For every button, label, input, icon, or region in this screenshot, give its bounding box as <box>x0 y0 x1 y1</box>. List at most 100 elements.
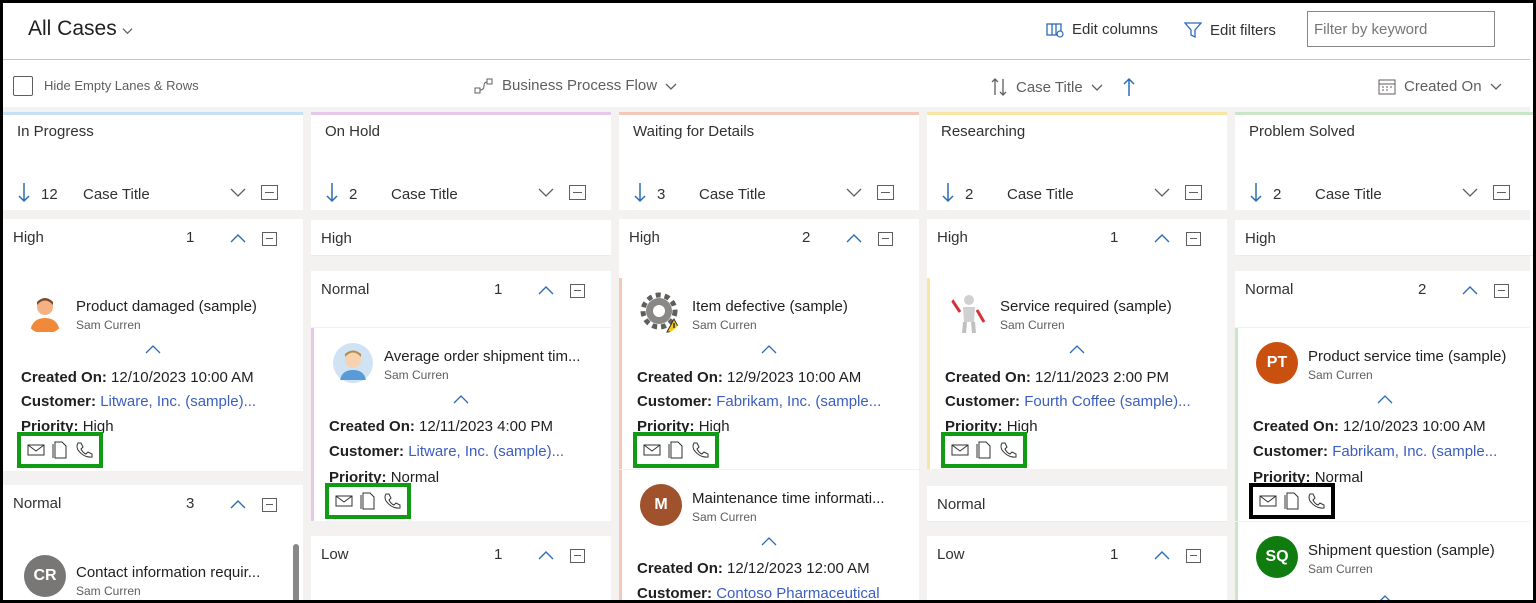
sort-descending-icon[interactable] <box>17 181 31 203</box>
view-header: All Cases Edit columns Edit filters <box>3 3 1530 60</box>
case-title[interactable]: Shipment question (sample) <box>1308 542 1522 559</box>
collapse-lane-icon[interactable] <box>1185 185 1202 200</box>
chevron-up-icon[interactable] <box>846 233 862 243</box>
sort-ascending-icon[interactable] <box>1122 77 1136 97</box>
collapse-group-icon[interactable] <box>1186 549 1201 563</box>
email-icon[interactable] <box>951 441 969 459</box>
customer-link[interactable]: Litware, Inc. (sample)... <box>100 393 256 410</box>
case-card[interactable]: Average order shipment tim... Sam Curren… <box>311 328 611 521</box>
document-icon[interactable] <box>1283 492 1301 510</box>
chevron-up-icon[interactable] <box>1154 550 1170 560</box>
lane-sort-field[interactable]: Case Title <box>1007 186 1074 203</box>
customer-row: Customer: Litware, Inc. (sample)... <box>329 443 564 460</box>
case-title[interactable]: Product damaged (sample) <box>76 298 290 315</box>
chevron-down-icon[interactable] <box>1461 185 1479 199</box>
case-card[interactable]: PT Product service time (sample) Sam Cur… <box>1235 328 1535 521</box>
phone-icon[interactable] <box>999 441 1017 459</box>
case-card[interactable]: SQ Shipment question (sample) Sam Curren <box>1235 522 1535 603</box>
chevron-down-icon[interactable] <box>1153 185 1171 199</box>
document-icon[interactable] <box>359 492 377 510</box>
document-icon[interactable] <box>51 441 69 459</box>
chevron-up-icon[interactable] <box>1462 285 1478 295</box>
customer-link[interactable]: Contoso Pharmaceutical <box>716 585 879 602</box>
lane-header: On Hold 2 Case Title <box>311 112 611 210</box>
chevron-up-icon[interactable] <box>1377 594 1393 603</box>
collapse-group-icon[interactable] <box>570 549 585 563</box>
customer-link[interactable]: Fabrikam, Inc. (sample... <box>716 393 881 410</box>
lane-sort-field[interactable]: Case Title <box>1315 186 1382 203</box>
filter-keyword-input[interactable] <box>1307 11 1495 47</box>
collapse-group-icon[interactable] <box>878 232 893 246</box>
created-on-label: Created On: <box>21 369 107 386</box>
chevron-up-icon[interactable] <box>453 394 469 404</box>
lane-sort-field[interactable]: Case Title <box>699 186 766 203</box>
chevron-up-icon[interactable] <box>761 536 777 546</box>
sort-descending-icon[interactable] <box>941 181 955 203</box>
hide-empty-checkbox[interactable] <box>13 76 33 96</box>
case-title[interactable]: Service required (sample) <box>1000 298 1214 315</box>
case-title[interactable]: Item defective (sample) <box>692 298 906 315</box>
created-on-dropdown[interactable]: Created On <box>1378 77 1502 95</box>
phone-icon[interactable] <box>1307 492 1325 510</box>
phone-icon[interactable] <box>75 441 93 459</box>
customer-link[interactable]: Fabrikam, Inc. (sample... <box>1332 443 1497 460</box>
customer-link[interactable]: Litware, Inc. (sample)... <box>408 443 564 460</box>
email-icon[interactable] <box>27 441 45 459</box>
customer-link[interactable]: Fourth Coffee (sample)... <box>1024 393 1190 410</box>
chevron-up-icon[interactable] <box>145 344 161 354</box>
chevron-down-icon[interactable] <box>122 25 133 36</box>
case-title[interactable]: Average order shipment tim... <box>384 348 598 365</box>
created-on-value: 12/11/2023 4:00 PM <box>419 418 554 435</box>
case-card[interactable]: M Maintenance time informati... Sam Curr… <box>619 470 919 603</box>
case-card[interactable]: Product damaged (sample) Sam Curren Crea… <box>3 278 303 471</box>
lane-count: 2 <box>349 186 358 203</box>
case-card[interactable]: Service required (sample) Sam Curren Cre… <box>927 278 1227 469</box>
collapse-group-icon[interactable] <box>1494 284 1509 298</box>
calendar-icon <box>1378 79 1396 95</box>
sort-descending-icon[interactable] <box>1249 181 1263 203</box>
email-icon[interactable] <box>1259 492 1277 510</box>
case-title[interactable]: Contact information requir... <box>76 564 290 581</box>
chevron-up-icon[interactable] <box>230 499 246 509</box>
chevron-up-icon[interactable] <box>230 233 246 243</box>
collapse-lane-icon[interactable] <box>1493 185 1510 200</box>
sort-descending-icon[interactable] <box>633 181 647 203</box>
collapse-group-icon[interactable] <box>570 284 585 298</box>
collapse-group-icon[interactable] <box>1186 232 1201 246</box>
lane-sort-field[interactable]: Case Title <box>391 186 458 203</box>
chevron-up-icon[interactable] <box>1377 394 1393 404</box>
collapse-group-icon[interactable] <box>262 498 277 512</box>
collapse-group-icon[interactable] <box>262 232 277 246</box>
collapse-lane-icon[interactable] <box>877 185 894 200</box>
chevron-down-icon[interactable] <box>537 185 555 199</box>
scrollbar-thumb[interactable] <box>293 544 299 603</box>
edit-columns-button[interactable]: Edit columns <box>1046 21 1158 38</box>
chevron-up-icon[interactable] <box>538 550 554 560</box>
email-icon[interactable] <box>643 441 661 459</box>
business-process-flow-dropdown[interactable]: Business Process Flow <box>474 77 677 94</box>
document-icon[interactable] <box>975 441 993 459</box>
group-count: 1 <box>1110 229 1119 246</box>
document-icon[interactable] <box>667 441 685 459</box>
sort-field-dropdown[interactable]: Case Title <box>990 77 1103 97</box>
chevron-down-icon[interactable] <box>229 185 247 199</box>
case-title[interactable]: Maintenance time informati... <box>692 490 906 507</box>
chevron-up-icon[interactable] <box>1154 233 1170 243</box>
view-title[interactable]: All Cases <box>28 17 117 41</box>
chevron-up-icon[interactable] <box>1069 344 1085 354</box>
email-icon[interactable] <box>335 492 353 510</box>
collapse-lane-icon[interactable] <box>569 185 586 200</box>
chevron-up-icon[interactable] <box>538 285 554 295</box>
case-card[interactable]: Item defective (sample) Sam Curren Creat… <box>619 278 919 469</box>
edit-filters-button[interactable]: Edit filters <box>1184 21 1276 39</box>
phone-icon[interactable] <box>691 441 709 459</box>
case-title[interactable]: Product service time (sample) <box>1308 348 1522 365</box>
sort-descending-icon[interactable] <box>325 181 339 203</box>
collapse-lane-icon[interactable] <box>261 185 278 200</box>
case-card[interactable]: CR Contact information requir... Sam Cur… <box>3 543 303 603</box>
chevron-down-icon[interactable] <box>845 185 863 199</box>
phone-icon[interactable] <box>383 492 401 510</box>
chevron-up-icon[interactable] <box>761 344 777 354</box>
lane-sort-field[interactable]: Case Title <box>83 186 150 203</box>
group-normal: Normal 3 <box>3 485 303 543</box>
